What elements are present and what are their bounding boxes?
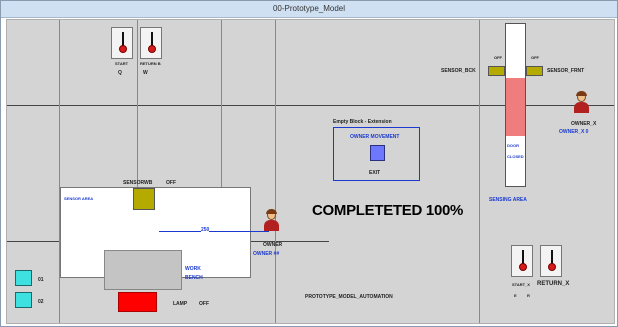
- progress-value: 250: [201, 227, 210, 233]
- lamp-state: OFF: [199, 301, 209, 307]
- return-b-label: RETURN B: [140, 61, 161, 66]
- sensor-frnt-label: SENSOR_FRNT: [547, 68, 585, 74]
- output-02-indicator: [15, 292, 32, 308]
- avatar-hair: [576, 91, 587, 96]
- start-x-key: E: [514, 293, 517, 298]
- switch-knob: [519, 263, 527, 271]
- switch-knob: [148, 45, 156, 53]
- sensorwb-state: OFF: [166, 180, 176, 186]
- grid-line-3: [221, 20, 222, 190]
- return-x-label: RETURN_X: [537, 281, 570, 287]
- switch-lever: [151, 32, 153, 46]
- completion-status: COMPLETETED 100%: [312, 202, 464, 219]
- extension-block: OWNER MOVEMENT EXIT: [333, 127, 420, 181]
- work-bench-label-2: BENCH: [185, 275, 203, 281]
- owner-x-sublabel: OWNER_X 0: [559, 129, 589, 135]
- start-label: START: [115, 61, 129, 66]
- return-b-switch[interactable]: [140, 27, 162, 59]
- grid-line-5: [479, 20, 480, 323]
- start-x-label: START_X: [512, 282, 530, 287]
- output-01-label: 01: [38, 277, 44, 283]
- return-x-key: R: [527, 293, 530, 298]
- footer-title: PROTOTYPE_MODEL_AUTOMATION: [305, 294, 393, 300]
- owner-label: OWNER: [263, 242, 283, 248]
- sensor-area: SENSOR AREA 250 WORK BENCH: [60, 187, 269, 290]
- progress-track: [159, 231, 269, 232]
- owner-sublabel: OWNER ##: [253, 251, 280, 257]
- switch-lever: [551, 250, 553, 264]
- return-b-key: W: [143, 70, 148, 76]
- sensor-bck-label: SENSOR_BCK: [441, 68, 476, 74]
- work-bench: [104, 250, 182, 290]
- door-track: DOOR CLOSED: [505, 23, 526, 187]
- grid-line-4: [275, 20, 276, 323]
- sensor-frnt-indicator: [526, 66, 543, 76]
- sensorwb-indicator: [133, 188, 155, 210]
- avatar-hair: [266, 209, 277, 214]
- window-title: 00-Prototype_Model: [1, 1, 617, 18]
- door-panel: [506, 78, 525, 136]
- start-x-switch[interactable]: [511, 245, 533, 277]
- avatar-body: [574, 102, 589, 113]
- owner-x-avatar: [572, 91, 590, 114]
- sensor-area-label: SENSOR AREA: [64, 196, 94, 201]
- sensor-bck-indicator: [488, 66, 505, 76]
- sensing-area-label: SENSING AREA: [489, 197, 527, 203]
- switch-knob: [548, 263, 556, 271]
- owner-avatar: [262, 209, 280, 232]
- sensorwb-label: SENSORWB: [123, 180, 153, 186]
- door-state-label: CLOSED: [507, 154, 524, 159]
- extension-title: Empty Block - Extension: [333, 119, 392, 125]
- output-01-indicator: [15, 270, 32, 286]
- simulation-canvas: START RETURN B Q W Empty Block - Extensi…: [6, 19, 615, 324]
- grid-line-2: [137, 20, 138, 190]
- avatar-body: [264, 220, 279, 231]
- exit-button[interactable]: EXIT: [369, 170, 380, 176]
- switch-knob: [119, 45, 127, 53]
- output-02-label: 02: [38, 299, 44, 305]
- return-x-switch[interactable]: [540, 245, 562, 277]
- sensor-bck-state: OFF: [494, 55, 502, 60]
- owner-movement-button[interactable]: [370, 145, 385, 161]
- sensor-frnt-state: OFF: [531, 55, 539, 60]
- switch-lever: [522, 250, 524, 264]
- owner-movement-label: OWNER MOVEMENT: [350, 134, 400, 140]
- owner-x-label: OWNER_X: [571, 121, 597, 127]
- app-window: 00-Prototype_Model START RETURN B Q W Em…: [0, 0, 618, 327]
- start-switch[interactable]: [111, 27, 133, 59]
- start-key: Q: [118, 70, 122, 76]
- door-label: DOOR: [507, 143, 519, 148]
- switch-lever: [122, 32, 124, 46]
- lamp-label: LAMP: [173, 301, 188, 307]
- lamp-indicator: [118, 292, 157, 312]
- grid-line-1: [59, 20, 60, 323]
- work-bench-label-1: WORK: [185, 266, 201, 272]
